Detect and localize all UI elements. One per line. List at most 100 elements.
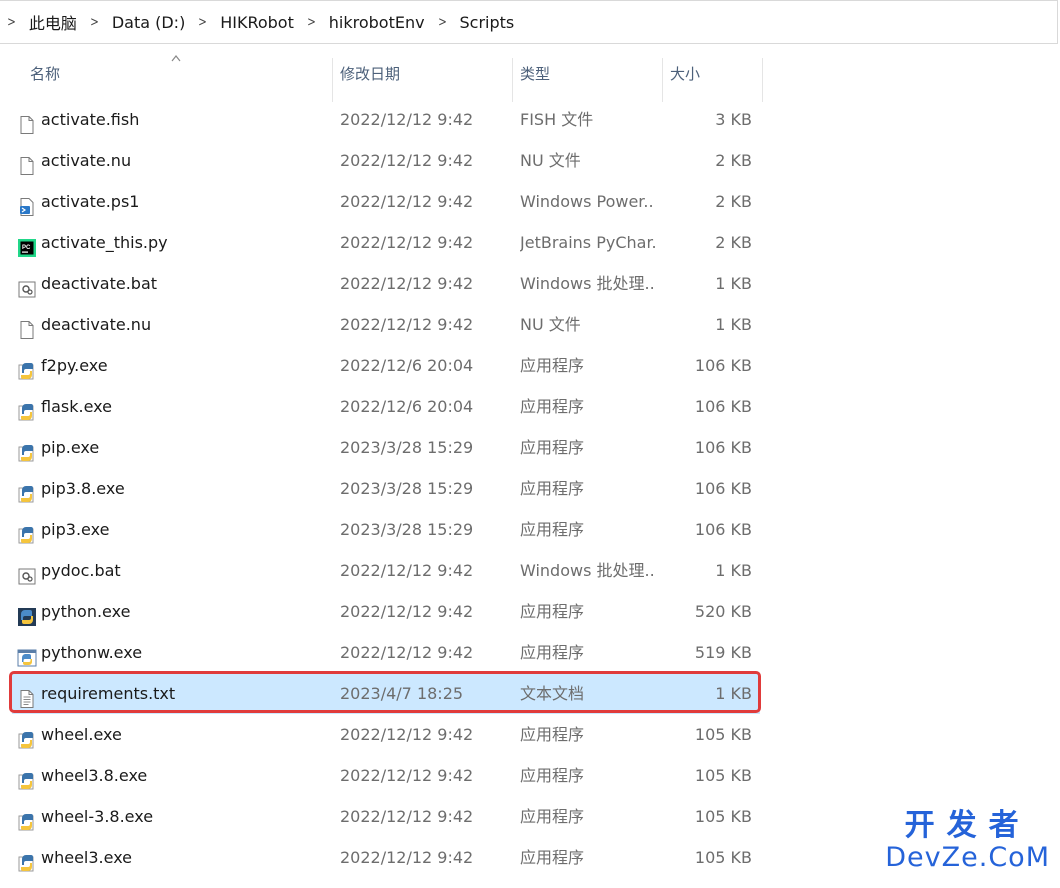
file-modified-date: 2023/3/28 15:29 xyxy=(340,520,474,539)
python-exe-icon xyxy=(17,355,37,380)
column-header-size[interactable]: 大小 xyxy=(662,46,762,102)
file-name: pip3.8.exe xyxy=(41,479,125,498)
breadcrumb-hikrobotenv[interactable]: hikrobotEnv xyxy=(329,13,425,32)
file-size: 3 KB xyxy=(715,110,752,129)
pythonw-app-icon xyxy=(17,642,37,667)
python-exe-icon xyxy=(17,806,37,831)
file-size: 105 KB xyxy=(694,766,752,785)
file-size: 1 KB xyxy=(715,315,752,334)
file-type: 应用程序 xyxy=(520,807,585,826)
file-row[interactable]: wheel.exe 2022/12/12 9:42 应用程序 105 KB xyxy=(12,714,760,755)
chevron-right-icon[interactable]: > xyxy=(438,15,447,30)
python-app-icon xyxy=(17,601,37,626)
file-type: NU 文件 xyxy=(520,151,581,170)
chevron-right-icon[interactable]: > xyxy=(198,15,207,30)
file-name: flask.exe xyxy=(41,397,112,416)
file-name: pythonw.exe xyxy=(41,643,143,662)
column-divider[interactable] xyxy=(762,58,763,102)
batch-file-icon xyxy=(17,273,37,298)
file-size: 1 KB xyxy=(715,561,752,580)
file-row[interactable]: pip3.8.exe 2023/3/28 15:29 应用程序 106 KB xyxy=(12,468,760,509)
file-row[interactable]: wheel3.exe 2022/12/12 9:42 应用程序 105 KB xyxy=(12,837,760,878)
file-type: Windows 批处理... xyxy=(520,561,655,580)
file-name: python.exe xyxy=(41,602,131,621)
file-row[interactable]: deactivate.bat 2022/12/12 9:42 Windows 批处理… xyxy=(12,263,760,304)
file-row[interactable]: pydoc.bat 2022/12/12 9:42 Windows 批处理... 1 … xyxy=(12,550,760,591)
file-size: 2 KB xyxy=(715,151,752,170)
powershell-script-icon xyxy=(17,191,37,216)
file-size: 2 KB xyxy=(715,192,752,211)
file-icon xyxy=(17,150,37,175)
file-modified-date: 2022/12/12 9:42 xyxy=(340,602,474,621)
file-row[interactable]: f2py.exe 2022/12/6 20:04 应用程序 106 KB xyxy=(12,345,760,386)
watermark-line1: 开发者 xyxy=(904,808,1031,843)
file-modified-date: 2022/12/12 9:42 xyxy=(340,725,474,744)
file-name: pip.exe xyxy=(41,438,100,457)
file-type: JetBrains PyChar... xyxy=(520,233,655,252)
column-header-modified[interactable]: 修改日期 xyxy=(332,46,512,102)
file-modified-date: 2023/3/28 15:29 xyxy=(340,438,474,457)
file-modified-date: 2022/12/12 9:42 xyxy=(340,643,474,662)
pycharm-icon: PC xyxy=(17,232,37,257)
python-exe-icon xyxy=(17,847,37,872)
file-size: 519 KB xyxy=(694,643,752,662)
file-row[interactable]: PC activate_this.py 2022/12/12 9:42 JetBrai… xyxy=(12,222,760,263)
file-row[interactable]: pythonw.exe 2022/12/12 9:42 应用程序 519 KB xyxy=(12,632,760,673)
file-type: 应用程序 xyxy=(520,397,585,416)
file-row[interactable]: wheel3.8.exe 2022/12/12 9:42 应用程序 105 KB xyxy=(12,755,760,796)
file-name: wheel.exe xyxy=(41,725,122,744)
file-row[interactable]: python.exe 2022/12/12 9:42 应用程序 520 KB xyxy=(12,591,760,632)
file-modified-date: 2023/3/28 15:29 xyxy=(340,479,474,498)
file-size: 106 KB xyxy=(694,438,752,457)
file-row[interactable]: activate.ps1 2022/12/12 9:42 Windows Power… xyxy=(12,181,760,222)
file-size: 106 KB xyxy=(694,479,752,498)
file-modified-date: 2022/12/6 20:04 xyxy=(340,397,474,416)
file-modified-date: 2022/12/12 9:42 xyxy=(340,233,474,252)
file-type: Windows 批处理... xyxy=(520,274,655,293)
file-row[interactable]: wheel-3.8.exe 2022/12/12 9:42 应用程序 105 KB xyxy=(12,796,760,837)
file-name: pydoc.bat xyxy=(41,561,121,580)
chevron-right-icon[interactable]: > xyxy=(7,15,16,30)
watermark-line2: DevZe.CoM xyxy=(885,842,1050,873)
file-modified-date: 2022/12/12 9:42 xyxy=(340,274,474,293)
file-modified-date: 2022/12/12 9:42 xyxy=(340,192,474,211)
file-name: wheel3.exe xyxy=(41,848,133,867)
file-row[interactable]: activate.fish 2022/12/12 9:42 FISH 文件 3 KB xyxy=(12,99,760,140)
file-name: activate.ps1 xyxy=(41,192,140,211)
file-type: 应用程序 xyxy=(520,602,585,621)
chevron-right-icon[interactable]: > xyxy=(90,15,99,30)
file-name: activate_this.py xyxy=(41,233,168,252)
file-icon xyxy=(17,109,37,134)
file-row[interactable]: flask.exe 2022/12/6 20:04 应用程序 106 KB xyxy=(12,386,760,427)
file-icon xyxy=(17,314,37,339)
file-row[interactable]: activate.nu 2022/12/12 9:42 NU 文件 2 KB xyxy=(12,140,760,181)
file-name: f2py.exe xyxy=(41,356,108,375)
selection-highlight-outline xyxy=(9,671,761,713)
chevron-right-icon[interactable]: > xyxy=(307,15,316,30)
file-modified-date: 2022/12/12 9:42 xyxy=(340,151,474,170)
file-name: wheel-3.8.exe xyxy=(41,807,154,826)
file-name: activate.fish xyxy=(41,110,140,129)
file-row[interactable]: pip3.exe 2023/3/28 15:29 应用程序 106 KB xyxy=(12,509,760,550)
file-row[interactable]: pip.exe 2023/3/28 15:29 应用程序 106 KB xyxy=(12,427,760,468)
python-exe-icon xyxy=(17,519,37,544)
column-header-type[interactable]: 类型 xyxy=(512,46,662,102)
file-size: 2 KB xyxy=(715,233,752,252)
file-size: 1 KB xyxy=(715,274,752,293)
column-header-name[interactable]: 名称 xyxy=(22,46,332,102)
python-exe-icon xyxy=(17,765,37,790)
file-name: deactivate.bat xyxy=(41,274,158,293)
breadcrumb-hikrobot[interactable]: HIKRobot xyxy=(220,13,294,32)
file-size: 105 KB xyxy=(694,848,752,867)
breadcrumb-scripts[interactable]: Scripts xyxy=(460,13,515,32)
breadcrumb-this-pc[interactable]: 此电脑 xyxy=(29,10,77,34)
file-type: 应用程序 xyxy=(520,520,585,539)
address-bar[interactable]: > 此电脑 > Data (D:) > HIKRobot > hikrobotE… xyxy=(0,0,1058,44)
file-type: 应用程序 xyxy=(520,725,585,744)
file-modified-date: 2022/12/6 20:04 xyxy=(340,356,474,375)
file-size: 520 KB xyxy=(694,602,752,621)
file-type: 应用程序 xyxy=(520,766,585,785)
file-row[interactable]: deactivate.nu 2022/12/12 9:42 NU 文件 1 KB xyxy=(12,304,760,345)
breadcrumb-data-drive[interactable]: Data (D:) xyxy=(112,13,185,32)
svg-text:PC: PC xyxy=(22,245,31,251)
